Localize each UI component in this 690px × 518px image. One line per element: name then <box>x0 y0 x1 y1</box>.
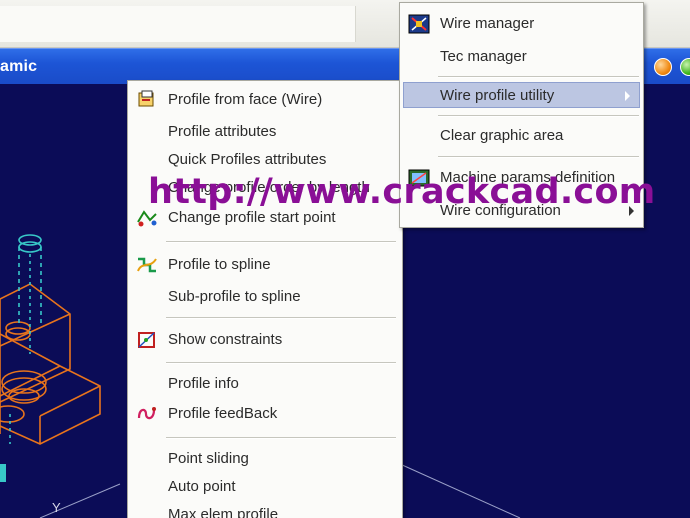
menu-item-profile-feedback[interactable]: Profile feedBack <box>128 401 402 427</box>
menu-item-label: Profile info <box>168 375 239 392</box>
menu-separator <box>438 156 639 158</box>
menu-item-label: Max elem profile <box>168 506 279 518</box>
maximize-button[interactable] <box>680 58 690 76</box>
menu-item-label: Clear graphic area <box>440 127 564 144</box>
menu-item-profile-from-face[interactable]: Profile from face (Wire) <box>128 87 402 113</box>
menu-item-auto-point[interactable]: Auto point <box>128 474 402 500</box>
menu-item-wire-profile-utility[interactable]: Wire profile utility <box>403 82 640 108</box>
menu-item-label: Show constraints <box>168 331 283 348</box>
menu-item-clear-graphic-area[interactable]: Clear graphic area <box>400 123 643 149</box>
menu-item-label: Profile attributes <box>168 123 277 140</box>
menu-item-profile-info[interactable]: Profile info <box>128 371 402 397</box>
spline-icon <box>136 255 158 275</box>
minimize-button[interactable] <box>654 58 672 76</box>
constraints-icon <box>136 330 158 350</box>
menu-item-label: Point sliding <box>168 450 249 467</box>
menu-separator <box>166 362 396 364</box>
watermark-text: http://www.crackcad.com <box>148 172 656 212</box>
menu-item-show-constraints[interactable]: Show constraints <box>128 327 402 353</box>
menu-item-profile-to-spline[interactable]: Profile to spline <box>128 252 402 278</box>
axis-label-y: Y <box>52 500 61 515</box>
menu-item-label: Wire profile utility <box>440 87 555 104</box>
menu-item-tec-manager[interactable]: Tec manager <box>400 44 643 70</box>
menu-separator <box>438 115 639 117</box>
menu-item-point-sliding[interactable]: Point sliding <box>128 446 402 472</box>
profile-context-menu: Profile from face (Wire) Profile attribu… <box>127 80 403 518</box>
menu-item-label: Profile to spline <box>168 256 271 273</box>
menu-item-label: Profile from face (Wire) <box>168 91 323 108</box>
wire-manager-icon <box>408 14 430 34</box>
toolbar-field <box>0 6 356 42</box>
menu-item-label: Sub-profile to spline <box>168 288 301 305</box>
menu-item-wire-manager[interactable]: Wire manager <box>400 11 643 37</box>
menu-item-label: Wire manager <box>440 15 535 32</box>
menu-item-label: Quick Profiles attributes <box>168 151 327 168</box>
menu-item-quick-profiles-attributes[interactable]: Quick Profiles attributes <box>128 147 402 173</box>
profile-face-icon <box>136 90 158 110</box>
menu-separator <box>166 437 396 439</box>
menu-item-profile-attributes[interactable]: Profile attributes <box>128 119 402 145</box>
menu-separator <box>166 241 396 243</box>
submenu-arrow-icon <box>625 91 630 101</box>
window-title: amic <box>0 58 38 75</box>
menu-item-label: Profile feedBack <box>168 405 278 422</box>
menu-item-sub-profile-to-spline[interactable]: Sub-profile to spline <box>128 284 402 310</box>
menu-item-max-elem-profile[interactable]: Max elem profile <box>128 502 402 518</box>
menu-separator <box>166 317 396 319</box>
feedback-icon <box>136 404 158 424</box>
menu-item-label: Tec manager <box>440 48 527 65</box>
menu-item-label: Auto point <box>168 478 236 495</box>
menu-separator <box>438 76 639 78</box>
